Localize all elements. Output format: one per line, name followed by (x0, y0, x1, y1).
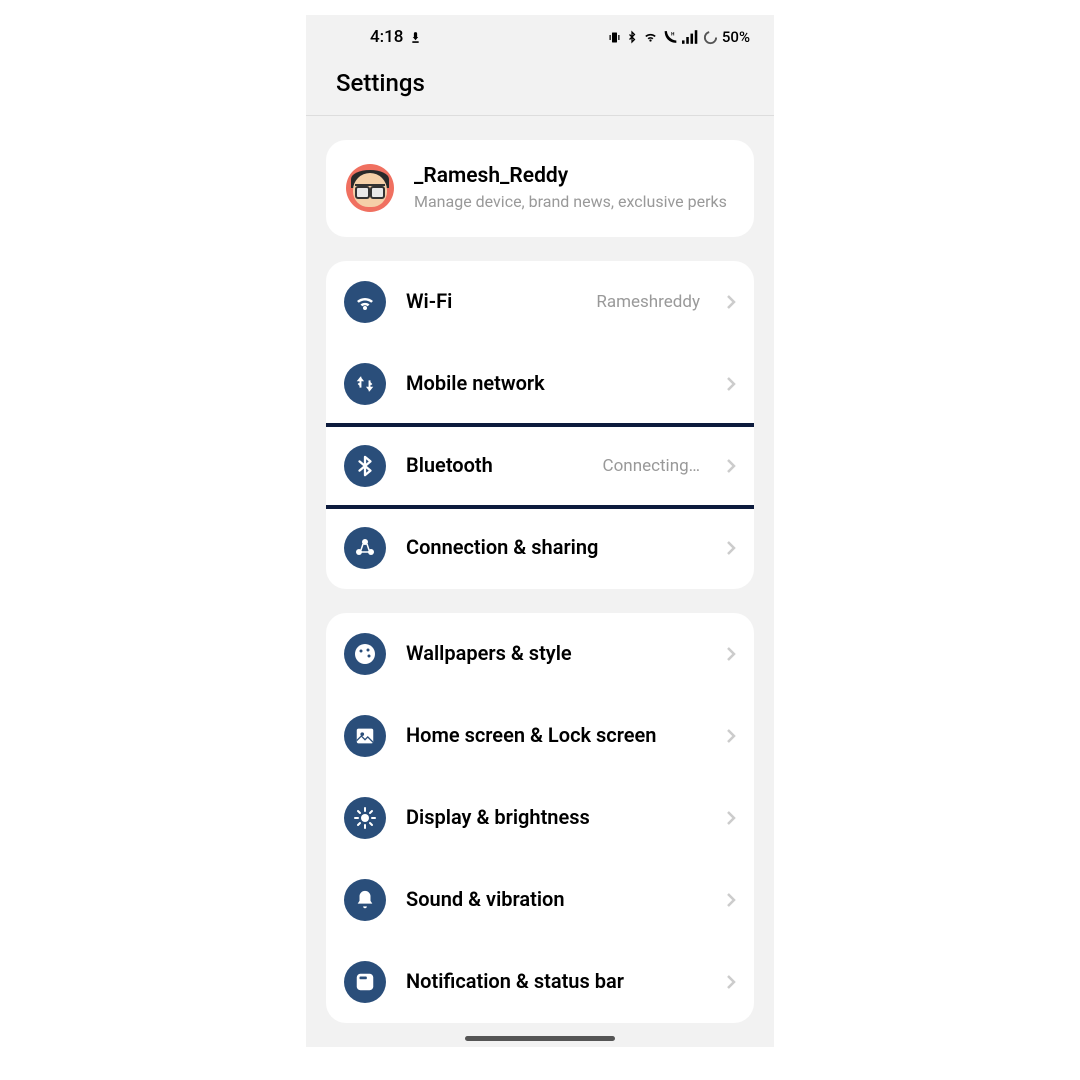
image-icon (344, 715, 386, 757)
wifi-icon (344, 281, 386, 323)
wallpapers-row[interactable]: Wallpapers & style (326, 613, 754, 695)
status-bar: 4:18 H 50% (306, 15, 774, 55)
chevron-right-icon (726, 892, 736, 908)
wifi-label: Wi-Fi (406, 289, 576, 314)
status-time: 4:18 (370, 27, 403, 47)
battery-percent: 50% (722, 28, 750, 46)
bluetooth-label: Bluetooth (406, 453, 583, 478)
notification-row[interactable]: Notification & status bar (326, 941, 754, 1023)
wifi-value: Rameshreddy (596, 292, 700, 312)
mobile-label: Mobile network (406, 371, 706, 396)
bluetooth-icon (626, 30, 638, 44)
brightness-icon (344, 797, 386, 839)
profile-desc: Manage device, brand news, exclusive per… (414, 192, 734, 213)
battery-loading-icon (703, 30, 718, 45)
wifi-icon (642, 30, 659, 44)
sound-row[interactable]: Sound & vibration (326, 859, 754, 941)
chevron-right-icon (726, 974, 736, 990)
wallpapers-label: Wallpapers & style (406, 641, 706, 666)
display-label: Display & brightness (406, 805, 706, 830)
display-row[interactable]: Display & brightness (326, 777, 754, 859)
home-screen-row[interactable]: Home screen & Lock screen (326, 695, 754, 777)
phone-screen: 4:18 H 50% Se (306, 15, 774, 1047)
sound-label: Sound & vibration (406, 887, 706, 912)
home-indicator[interactable] (465, 1036, 615, 1041)
mobile-network-row[interactable]: Mobile network (326, 343, 754, 425)
chevron-right-icon (726, 540, 736, 556)
notification-label: Notification & status bar (406, 969, 706, 994)
settings-content: _Ramesh_Reddy Manage device, brand news,… (306, 116, 774, 1023)
download-icon (409, 31, 422, 44)
bell-icon (344, 879, 386, 921)
page-title: Settings (306, 55, 774, 116)
vibrate-icon (607, 30, 622, 45)
bluetooth-icon (344, 445, 386, 487)
profile-name: _Ramesh_Reddy (414, 164, 734, 188)
chevron-right-icon (726, 376, 736, 392)
bluetooth-row[interactable]: Bluetooth Connecting… (326, 425, 754, 507)
signal-icon (682, 30, 699, 44)
chevron-right-icon (726, 810, 736, 826)
chevron-right-icon (726, 294, 736, 310)
avatar (346, 164, 394, 212)
home-label: Home screen & Lock screen (406, 723, 706, 748)
notification-bar-icon (344, 961, 386, 1003)
palette-icon (344, 633, 386, 675)
volte-icon: H (663, 30, 678, 44)
profile-card[interactable]: _Ramesh_Reddy Manage device, brand news,… (326, 140, 754, 237)
chevron-right-icon (726, 646, 736, 662)
connection-icon (344, 527, 386, 569)
connectivity-card: Wi-Fi Rameshreddy Mobile network Bluetoo… (326, 261, 754, 589)
chevron-right-icon (726, 458, 736, 474)
bluetooth-value: Connecting… (603, 456, 700, 476)
connection-label: Connection & sharing (406, 535, 706, 560)
svg-text:H: H (671, 31, 674, 37)
personalization-card: Wallpapers & style Home screen & Lock sc… (326, 613, 754, 1023)
chevron-right-icon (726, 728, 736, 744)
connection-sharing-row[interactable]: Connection & sharing (326, 507, 754, 589)
mobile-data-icon (344, 363, 386, 405)
wifi-row[interactable]: Wi-Fi Rameshreddy (326, 261, 754, 343)
